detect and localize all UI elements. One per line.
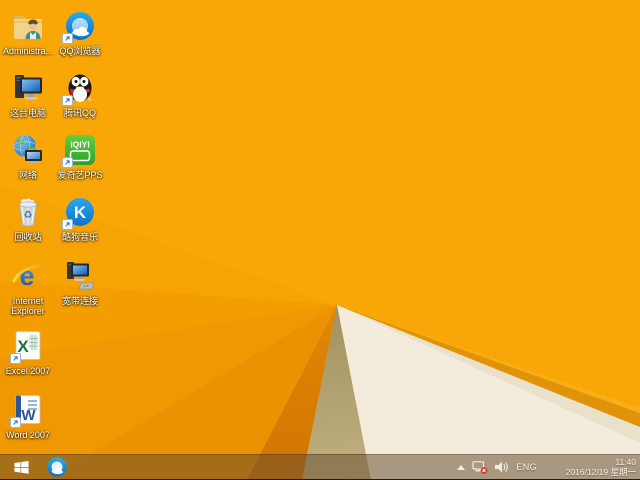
desktop-icon-kugou-music[interactable]: K 酷狗音乐 — [50, 195, 110, 242]
qq-penguin-icon — [62, 71, 97, 106]
svg-text:iQIYI: iQIYI — [70, 140, 89, 150]
desktop-icon-label: 酷狗音乐 — [61, 232, 98, 242]
network-globe-icon — [11, 133, 45, 167]
desktop-icon-iqiyi-pps[interactable]: iQIYI 爱奇艺PPS — [50, 133, 110, 180]
desktop-icon-label: 网络 — [18, 170, 37, 180]
taskbar-qq-browser-button[interactable] — [42, 455, 72, 479]
word-icon: W — [10, 393, 45, 428]
desktop-icon-excel-2007[interactable]: X Excel 2007 — [0, 329, 58, 376]
svg-text:W: W — [21, 407, 36, 424]
clock-date: 2016/12/19 星期一 — [565, 467, 636, 477]
computer-icon — [11, 71, 45, 105]
internet-explorer-icon: e — [11, 259, 45, 293]
start-button[interactable] — [0, 455, 42, 479]
qq-browser-icon — [47, 457, 67, 477]
windows-logo-icon — [13, 460, 29, 474]
desktop-icon-qq-browser[interactable]: QQ浏览器 — [50, 9, 110, 56]
broadband-connection-icon — [63, 259, 97, 293]
desktop[interactable]: Administra... 这台电脑 网络 ♻ 回收站 e Internet E… — [0, 0, 640, 480]
shortcut-arrow-icon — [10, 417, 21, 428]
shortcut-arrow-icon — [62, 157, 73, 168]
kugou-icon: K — [62, 195, 97, 230]
desktop-icon-label: Internet Explorer — [11, 296, 45, 316]
desktop-icon-label: QQ浏览器 — [59, 46, 101, 56]
desktop-icon-label: 宽带连接 — [61, 296, 98, 306]
desktop-icon-label: 爱奇艺PPS — [57, 170, 103, 180]
shortcut-arrow-icon — [62, 33, 73, 44]
language-indicator[interactable]: ENG — [516, 462, 537, 472]
system-tray: ENG 11:40 2016/12/19 星期一 — [457, 455, 640, 479]
desktop-icon-label: 这台电脑 — [9, 108, 46, 118]
desktop-icon-label: Excel 2007 — [5, 366, 51, 376]
shortcut-arrow-icon — [10, 353, 21, 364]
taskbar: ENG 11:40 2016/12/19 星期一 — [0, 454, 640, 480]
excel-icon: X — [10, 329, 45, 364]
clock-time: 11:40 — [615, 457, 636, 467]
volume-icon[interactable] — [495, 461, 509, 473]
desktop-icon-label: Administra... — [2, 46, 53, 56]
show-hidden-icons-button[interactable] — [457, 464, 466, 470]
qq-browser-icon — [62, 9, 97, 44]
user-folder-icon — [11, 9, 45, 43]
shortcut-arrow-icon — [62, 95, 73, 106]
desktop-icon-label: 回收站 — [14, 232, 42, 242]
desktop-icon-label: Word 2007 — [6, 430, 50, 440]
network-status-icon[interactable] — [472, 460, 488, 474]
desktop-icon-broadband-connection[interactable]: 宽带连接 — [50, 259, 110, 306]
desktop-icon-label: 腾讯QQ — [63, 108, 96, 118]
iqiyi-icon: iQIYI — [62, 133, 97, 168]
svg-text:e: e — [19, 261, 34, 291]
chevron-up-icon — [457, 464, 466, 470]
svg-text:♻: ♻ — [24, 210, 33, 221]
desktop-icon-word-2007[interactable]: W Word 2007 — [0, 393, 58, 440]
shortcut-arrow-icon — [62, 219, 73, 230]
desktop-icon-tencent-qq[interactable]: 腾讯QQ — [50, 71, 110, 118]
recycle-bin-icon: ♻ — [11, 195, 45, 229]
svg-text:K: K — [74, 203, 87, 222]
taskbar-clock[interactable]: 11:40 2016/12/19 星期一 — [544, 457, 636, 477]
